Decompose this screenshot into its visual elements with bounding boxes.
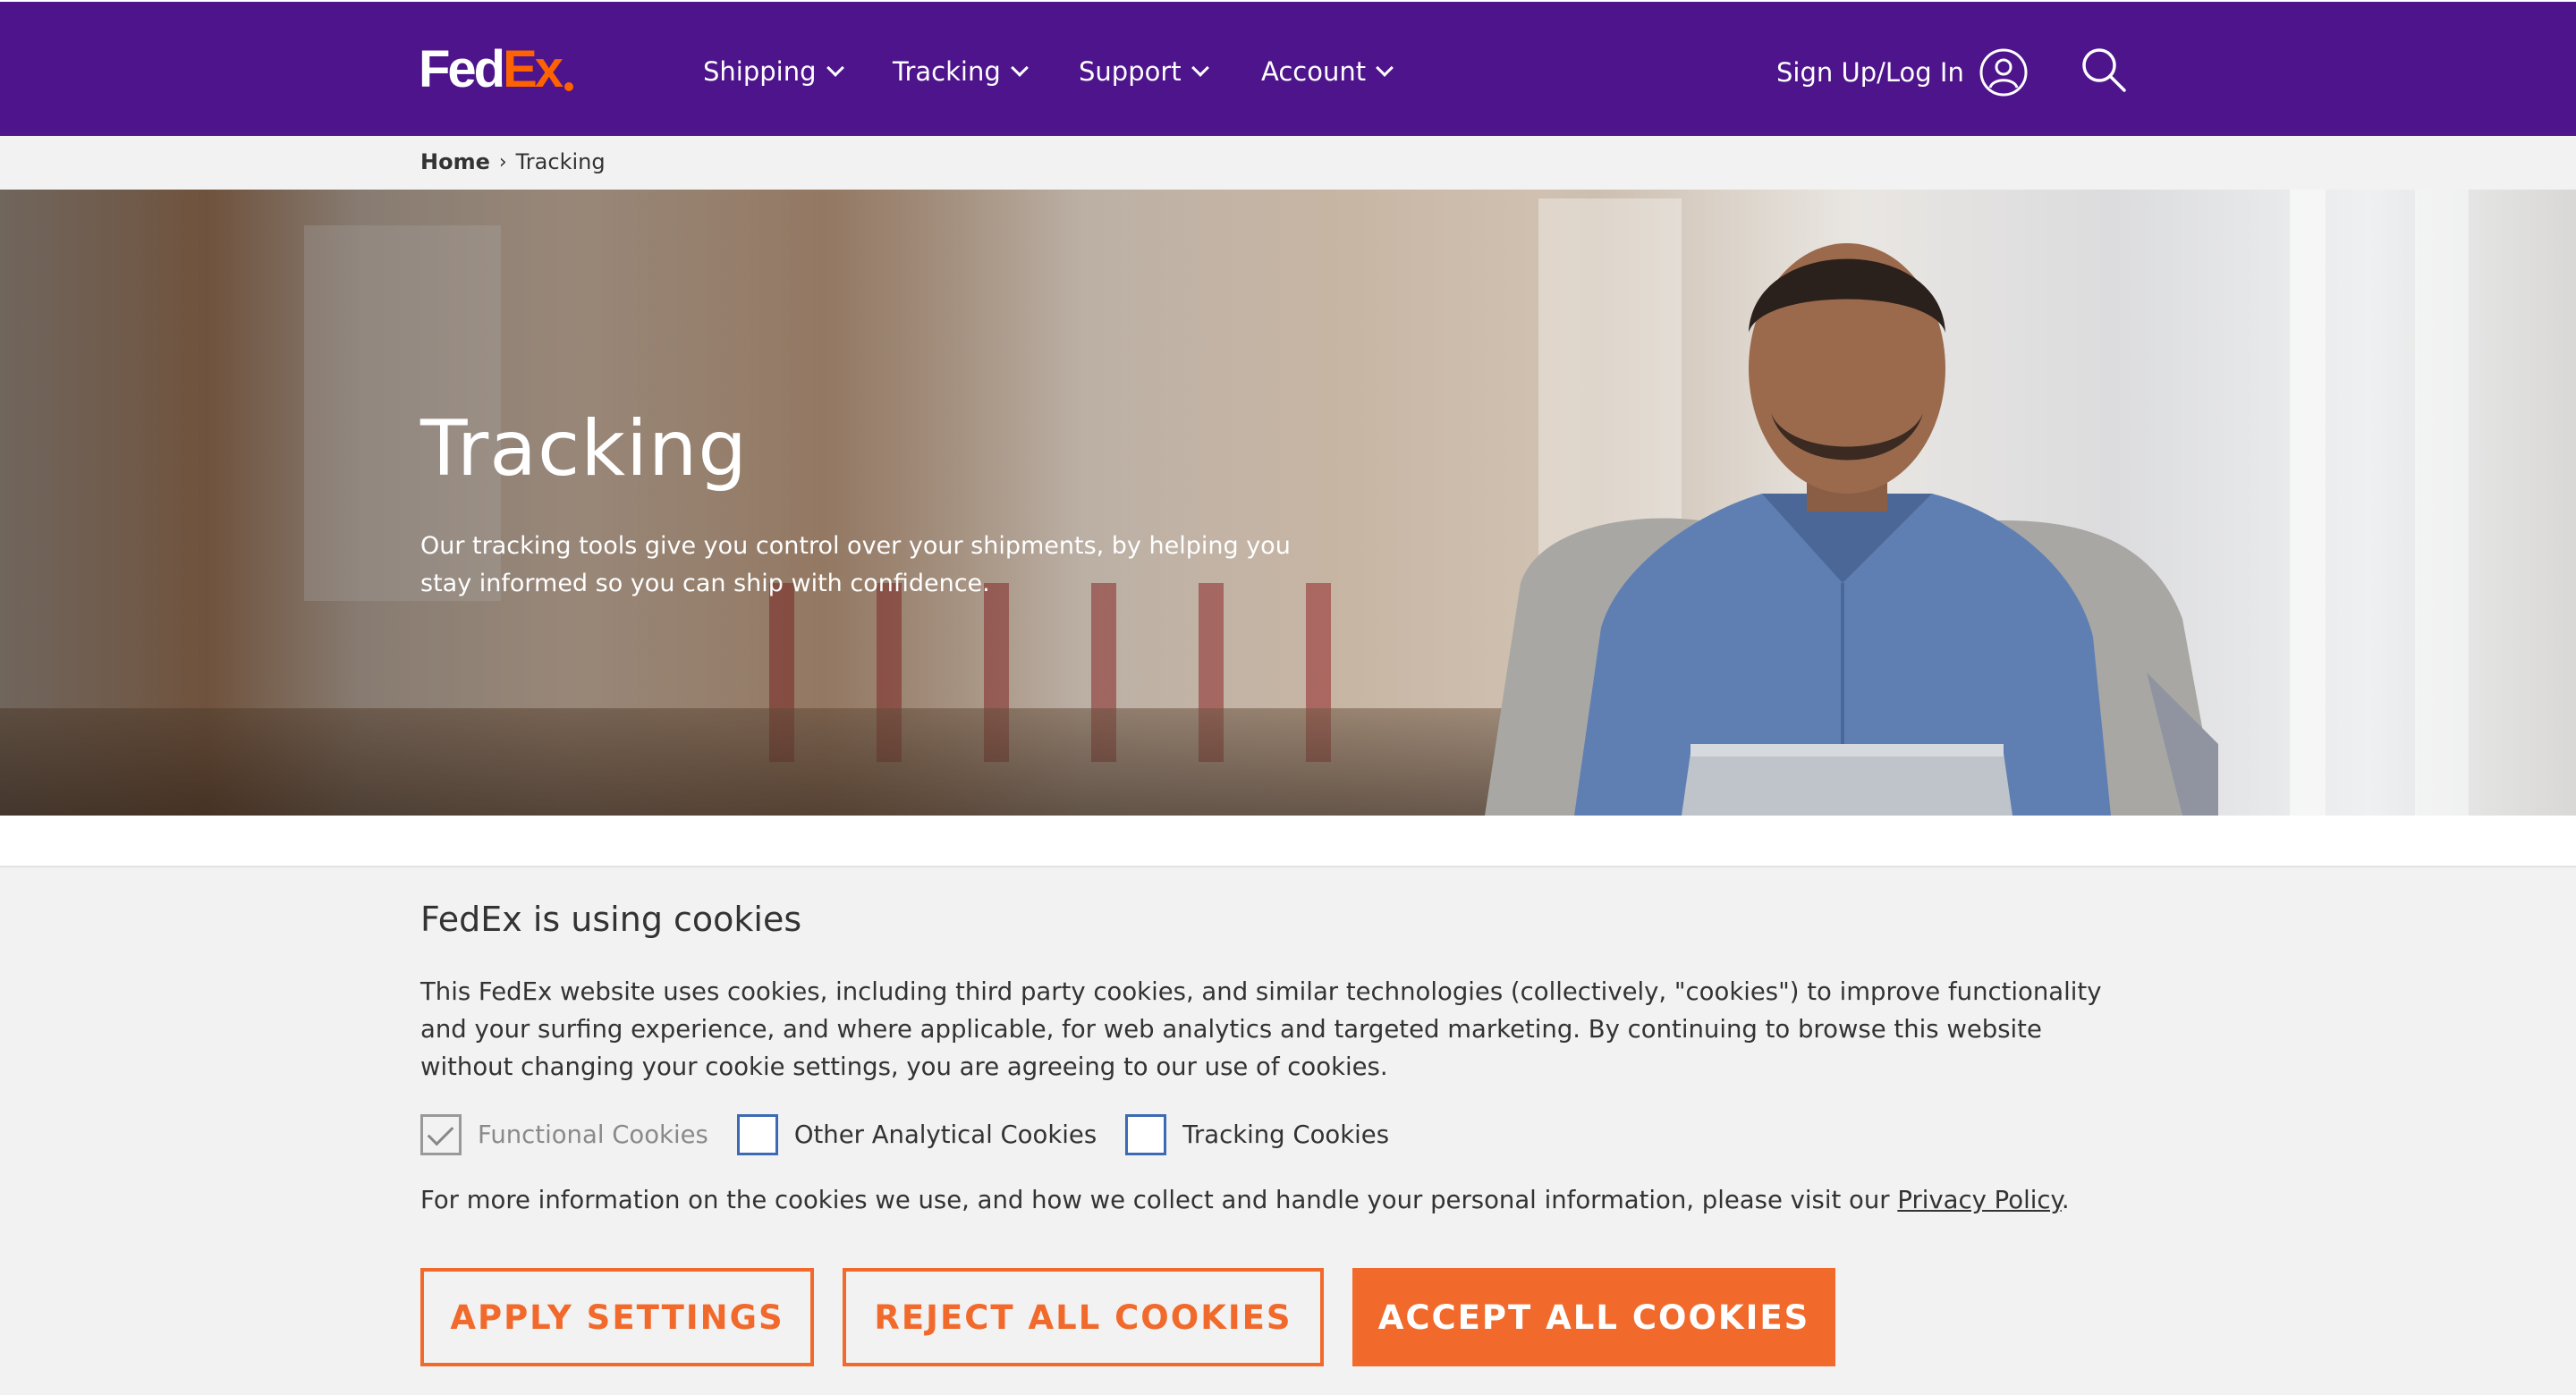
nav-tracking[interactable]: Tracking xyxy=(893,52,1029,91)
breadcrumb: Home › Tracking xyxy=(420,149,606,174)
cookie-more-info: For more information on the cookies we u… xyxy=(420,1186,2070,1214)
chevron-down-icon xyxy=(1376,59,1394,77)
content-spacer xyxy=(0,816,2576,866)
cookie-options: Functional Cookies Other Analytical Cook… xyxy=(420,1114,1418,1155)
hero-description: Our tracking tools give you control over… xyxy=(420,532,1291,597)
logo-ex-text: Ex xyxy=(503,40,564,98)
chevron-down-icon xyxy=(1010,59,1029,77)
tracking-cookies-option[interactable]: Tracking Cookies xyxy=(1125,1114,1389,1155)
cookie-banner-body: This FedEx website uses cookies, includi… xyxy=(420,977,2102,1081)
chevron-down-icon xyxy=(1191,59,1209,77)
apply-settings-button[interactable]: APPLY SETTINGS xyxy=(420,1268,814,1366)
privacy-policy-link[interactable]: Privacy Policy xyxy=(1897,1186,2062,1214)
hero-banner: Tracking Our tracking tools give you con… xyxy=(0,190,2576,816)
nav-shipping-label: Shipping xyxy=(703,56,817,87)
tracking-cookies-checkbox[interactable] xyxy=(1125,1114,1167,1155)
logo-dot xyxy=(564,82,574,91)
accept-all-cookies-button[interactable]: ACCEPT ALL COOKIES xyxy=(1352,1268,1835,1366)
cookie-banner-title: FedEx is using cookies xyxy=(420,900,802,939)
tracking-cookies-label: Tracking Cookies xyxy=(1182,1120,1390,1149)
sign-up-login-button[interactable]: Sign Up/Log In xyxy=(1776,46,2029,98)
search-icon[interactable] xyxy=(2079,45,2129,95)
chevron-down-icon xyxy=(826,59,844,77)
nav-support[interactable]: Support xyxy=(1079,52,1209,91)
cookie-banner: FedEx is using cookies This FedEx websit… xyxy=(0,866,2576,1395)
top-navigation-bar: FedEx Shipping Tracking Support Account … xyxy=(0,0,2576,136)
functional-cookies-checkbox xyxy=(420,1114,462,1155)
breadcrumb-home-link[interactable]: Home xyxy=(420,149,490,174)
fedex-logo[interactable]: FedEx xyxy=(419,40,574,98)
nav-shipping[interactable]: Shipping xyxy=(703,52,844,91)
hero-person-image xyxy=(1485,243,2218,816)
nav-account[interactable]: Account xyxy=(1261,52,1394,91)
nav-support-label: Support xyxy=(1079,56,1182,87)
breadcrumb-current: Tracking xyxy=(515,149,606,174)
more-info-text: For more information on the cookies we u… xyxy=(420,1186,1898,1214)
analytical-cookies-label: Other Analytical Cookies xyxy=(793,1120,1097,1149)
nav-account-label: Account xyxy=(1261,56,1367,87)
more-info-suffix: . xyxy=(2061,1186,2070,1214)
sign-up-login-label: Sign Up/Log In xyxy=(1776,57,1964,88)
functional-cookies-label: Functional Cookies xyxy=(478,1120,708,1149)
breadcrumb-separator: › xyxy=(498,150,507,173)
nav-tracking-label: Tracking xyxy=(893,56,1001,87)
breadcrumb-bar: Home › Tracking xyxy=(0,136,2576,190)
logo-fed-text: Fed xyxy=(419,40,505,98)
analytical-cookies-option[interactable]: Other Analytical Cookies xyxy=(736,1114,1097,1155)
analytical-cookies-checkbox[interactable] xyxy=(736,1114,778,1155)
user-circle-icon xyxy=(1979,48,2028,97)
functional-cookies-option: Functional Cookies xyxy=(420,1114,708,1155)
reject-all-cookies-button[interactable]: REJECT ALL COOKIES xyxy=(843,1268,1324,1366)
hero-title: Tracking xyxy=(420,404,749,494)
